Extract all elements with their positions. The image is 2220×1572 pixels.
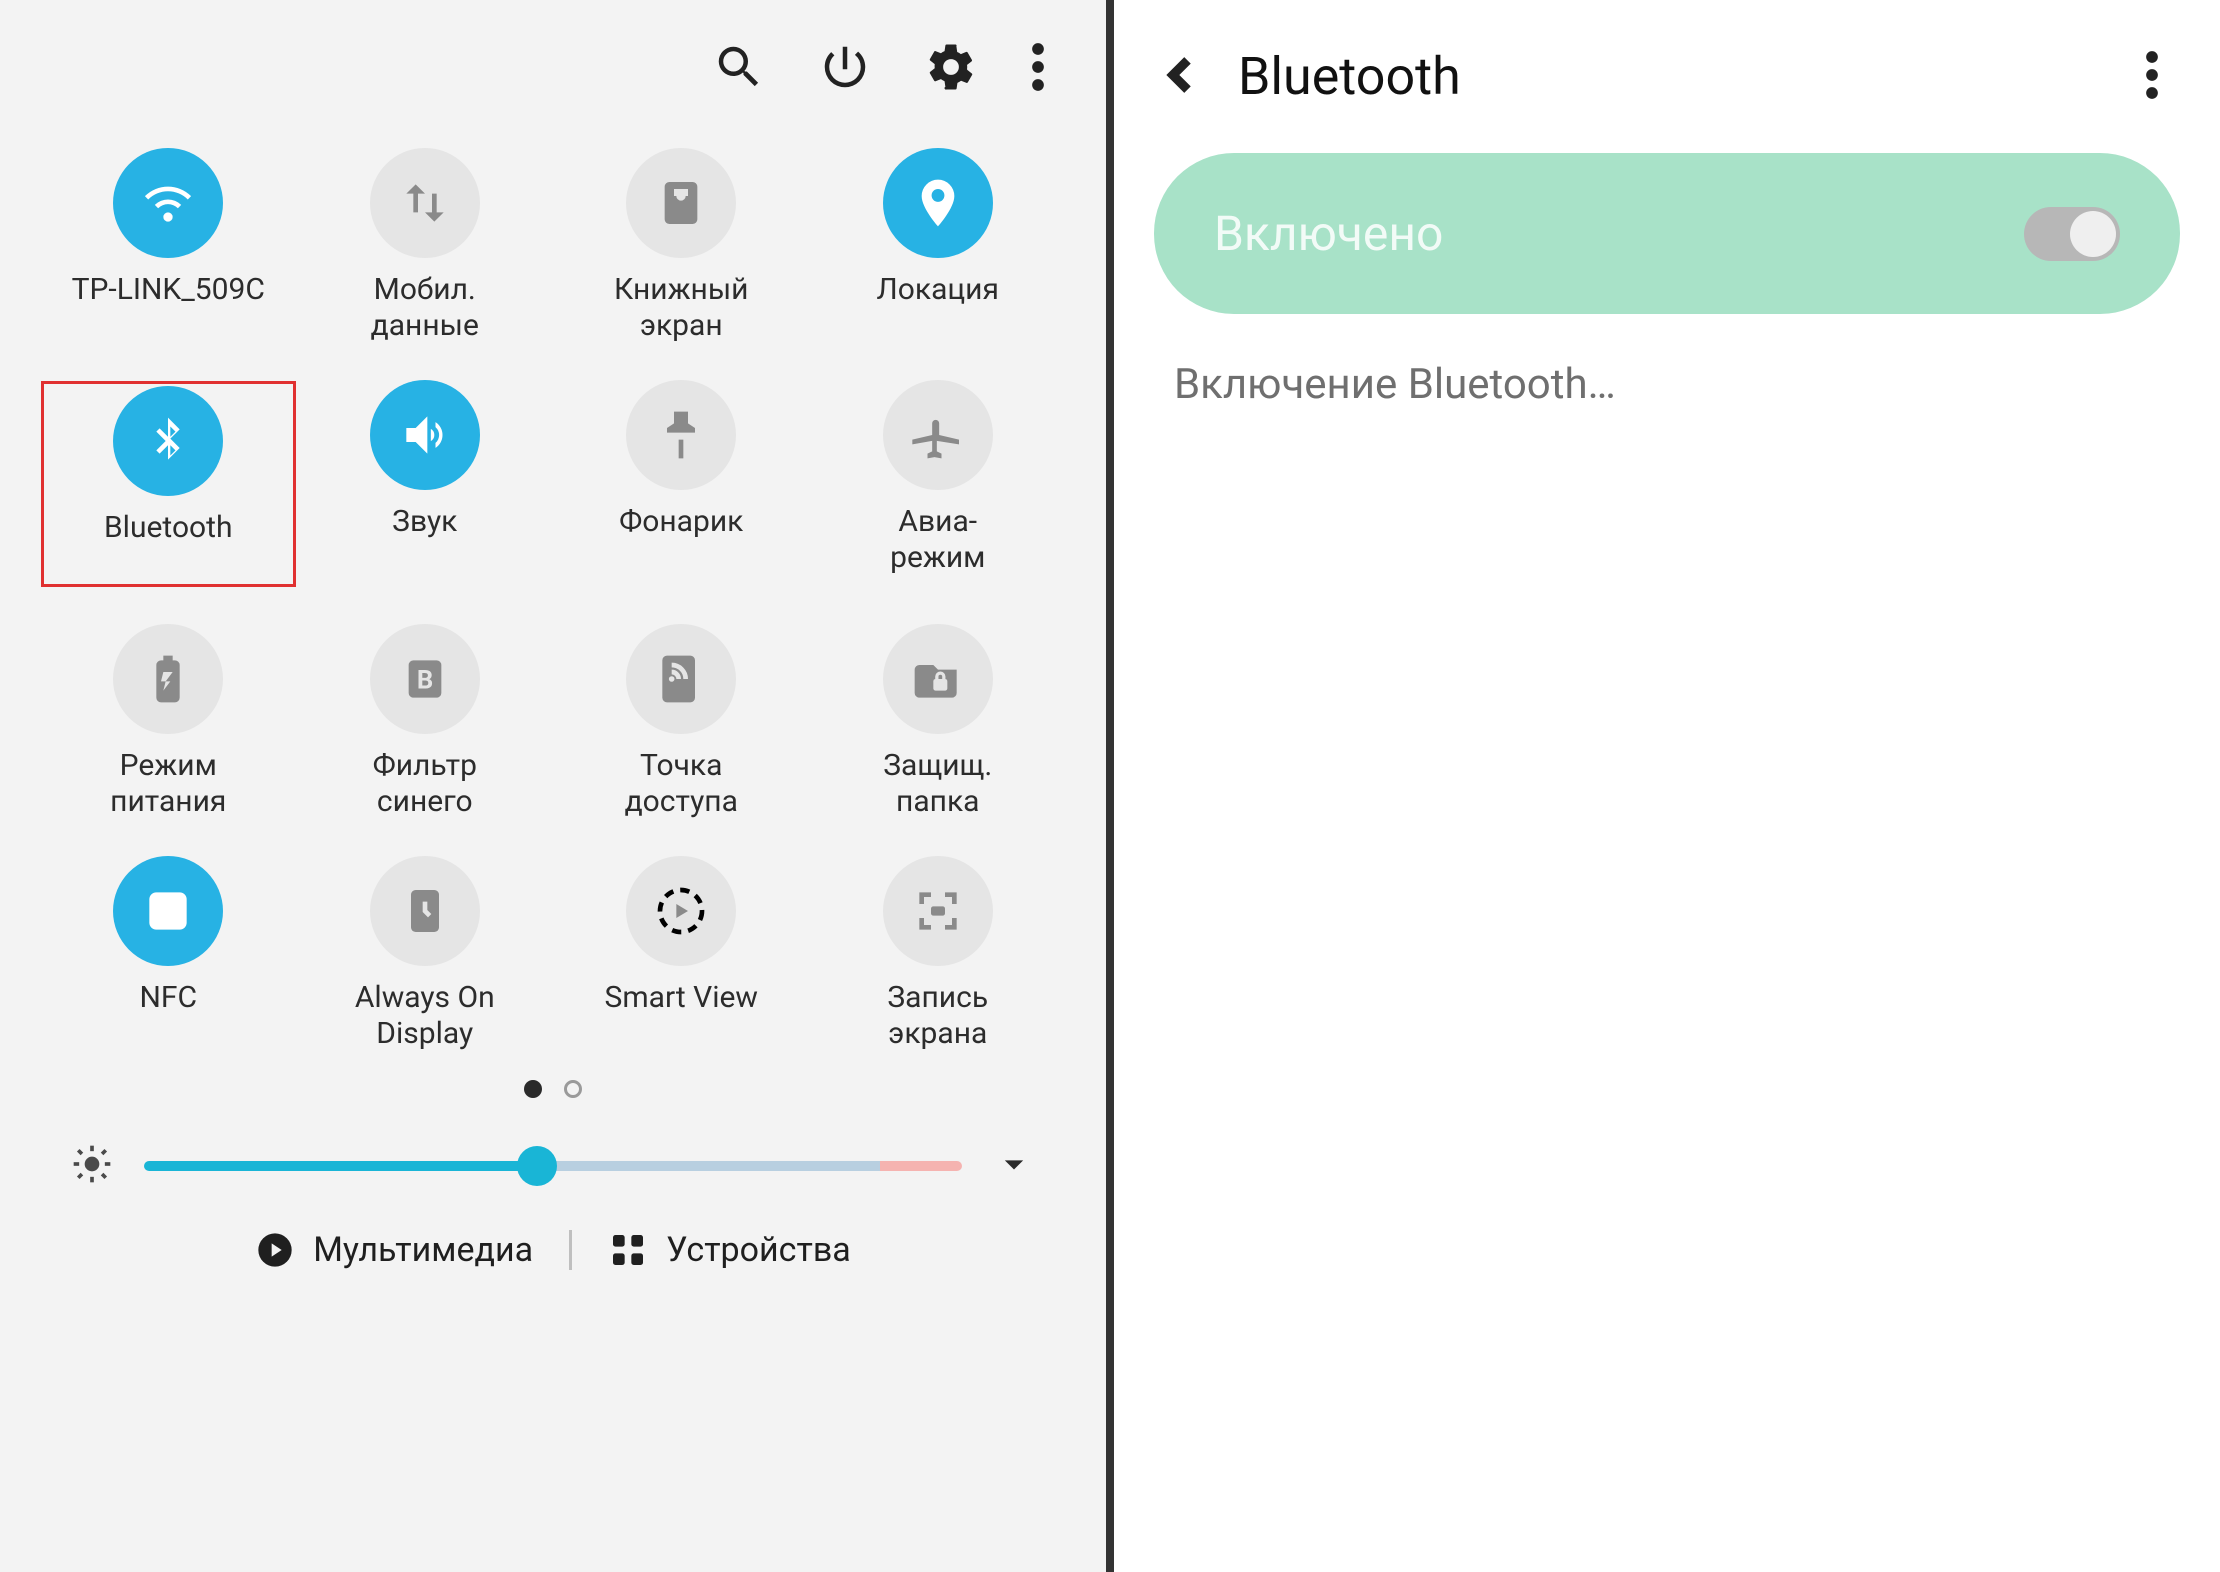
- multimedia-label: Мультимедиа: [313, 1230, 533, 1270]
- quick-settings-panel: TP-LINK_509C Мобил. данные Книжный экран Ло…: [0, 0, 1110, 1572]
- qs-tile-screenrec[interactable]: Запись экрана: [810, 856, 1067, 1052]
- footer-bar: Мультимедиа Устройства: [0, 1230, 1106, 1270]
- footer-divider: [569, 1230, 572, 1270]
- qs-tile-airplane[interactable]: Авиа- режим: [810, 380, 1067, 588]
- cast-icon[interactable]: [626, 856, 736, 966]
- more-icon[interactable]: [1030, 40, 1046, 98]
- pill-label: Включено: [1214, 205, 1443, 262]
- qs-tile-smartview[interactable]: Smart View: [553, 856, 810, 1052]
- qs-tile-label: Мобил. данные: [371, 272, 479, 344]
- qs-tile-label: TP-LINK_509C: [72, 272, 265, 344]
- brightness-thumb[interactable]: [517, 1146, 557, 1186]
- rec-icon[interactable]: [883, 856, 993, 966]
- qs-tile-label: Always On Display: [355, 980, 495, 1052]
- qs-tile-hotspot[interactable]: Точка доступа: [553, 624, 810, 820]
- qs-tile-label: Точка доступа: [625, 748, 738, 820]
- qs-tile-flash[interactable]: Фонарик: [553, 380, 810, 588]
- qs-tile-label: Smart View: [605, 980, 758, 1052]
- brightness-icon: [70, 1142, 114, 1190]
- qs-tile-nfc[interactable]: NFC: [40, 856, 297, 1052]
- bluetooth-toggle[interactable]: [2024, 207, 2120, 261]
- page-dot-2[interactable]: [564, 1080, 582, 1098]
- qs-tile-bluetooth[interactable]: Bluetooth: [40, 380, 297, 588]
- bt-icon[interactable]: [113, 386, 223, 496]
- book-icon[interactable]: [626, 148, 736, 258]
- back-icon[interactable]: [1160, 53, 1204, 101]
- chevron-down-icon[interactable]: [992, 1142, 1036, 1190]
- qs-tile-location[interactable]: Локация: [810, 148, 1067, 344]
- multimedia-button[interactable]: Мультимедиа: [255, 1230, 533, 1270]
- top-action-bar: [0, 20, 1106, 128]
- hotspot-icon[interactable]: [626, 624, 736, 734]
- qs-tile-label: Локация: [877, 272, 999, 344]
- qs-tile-book[interactable]: Книжный экран: [553, 148, 810, 344]
- qs-tile-label: Авиа- режим: [890, 504, 985, 576]
- nfc-icon[interactable]: [113, 856, 223, 966]
- aod-icon[interactable]: [370, 856, 480, 966]
- qs-tile-wifi[interactable]: TP-LINK_509C: [40, 148, 297, 344]
- devices-button[interactable]: Устройства: [608, 1230, 851, 1270]
- svg-text:B: B: [417, 665, 433, 695]
- battery-icon[interactable]: [113, 624, 223, 734]
- qs-tile-label: NFC: [139, 980, 197, 1052]
- qs-tile-label: Защищ. папка: [883, 748, 992, 820]
- page-dot-1[interactable]: [524, 1080, 542, 1098]
- bluetooth-status-pill[interactable]: Включено: [1154, 153, 2180, 314]
- brightness-row: [0, 1098, 1106, 1190]
- gear-icon[interactable]: [924, 40, 978, 98]
- bluetooth-settings-panel: Bluetooth Включено Включение Bluetooth…: [1110, 0, 2220, 1572]
- plane-icon[interactable]: [883, 380, 993, 490]
- qs-tile-label: Режим питания: [110, 748, 226, 820]
- header-bar: Bluetooth: [1114, 0, 2220, 153]
- power-icon[interactable]: [818, 40, 872, 98]
- qs-tile-sound[interactable]: Звук: [297, 380, 554, 588]
- qs-tile-label: Запись экрана: [887, 980, 988, 1052]
- qs-tile-aod[interactable]: Always On Display: [297, 856, 554, 1052]
- qs-tile-bluefilter[interactable]: B Фильтр синего: [297, 624, 554, 820]
- status-text: Включение Bluetooth…: [1114, 314, 2220, 455]
- qs-tile-label: Звук: [392, 504, 457, 576]
- toggle-knob: [2070, 211, 2116, 257]
- page-indicator: [0, 1080, 1106, 1098]
- devices-label: Устройства: [666, 1230, 851, 1270]
- sound-icon[interactable]: [370, 380, 480, 490]
- qs-tile-label: Фильтр синего: [373, 748, 477, 820]
- qs-tile-label: Фонарик: [619, 504, 743, 576]
- data-icon[interactable]: [370, 148, 480, 258]
- qs-tile-label: Книжный экран: [614, 272, 748, 344]
- qs-tile-secure[interactable]: Защищ. папка: [810, 624, 1067, 820]
- lockfolder-icon[interactable]: [883, 624, 993, 734]
- search-icon[interactable]: [712, 40, 766, 98]
- wifi-icon[interactable]: [113, 148, 223, 258]
- quick-settings-grid: TP-LINK_509C Мобил. данные Книжный экран Ло…: [0, 128, 1106, 1052]
- bfilter-icon[interactable]: B: [370, 624, 480, 734]
- qs-tile-power[interactable]: Режим питания: [40, 624, 297, 820]
- qs-tile-data[interactable]: Мобил. данные: [297, 148, 554, 344]
- brightness-slider[interactable]: [144, 1161, 962, 1171]
- page-title: Bluetooth: [1238, 46, 2110, 107]
- pin-icon[interactable]: [883, 148, 993, 258]
- qs-tile-label: Bluetooth: [104, 510, 233, 582]
- flash-icon[interactable]: [626, 380, 736, 490]
- more-icon[interactable]: [2144, 48, 2160, 106]
